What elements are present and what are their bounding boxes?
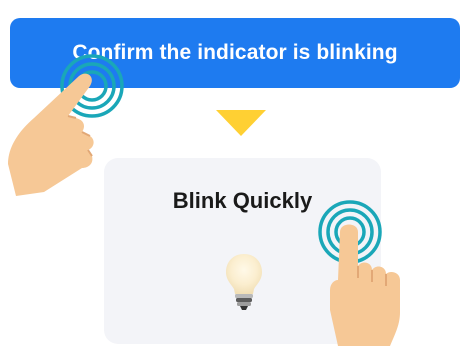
arrow-down-icon [216,110,266,136]
light-bulb-icon [226,254,262,310]
tap-hand-icon [8,54,124,196]
tap-hand-icon [318,200,400,346]
